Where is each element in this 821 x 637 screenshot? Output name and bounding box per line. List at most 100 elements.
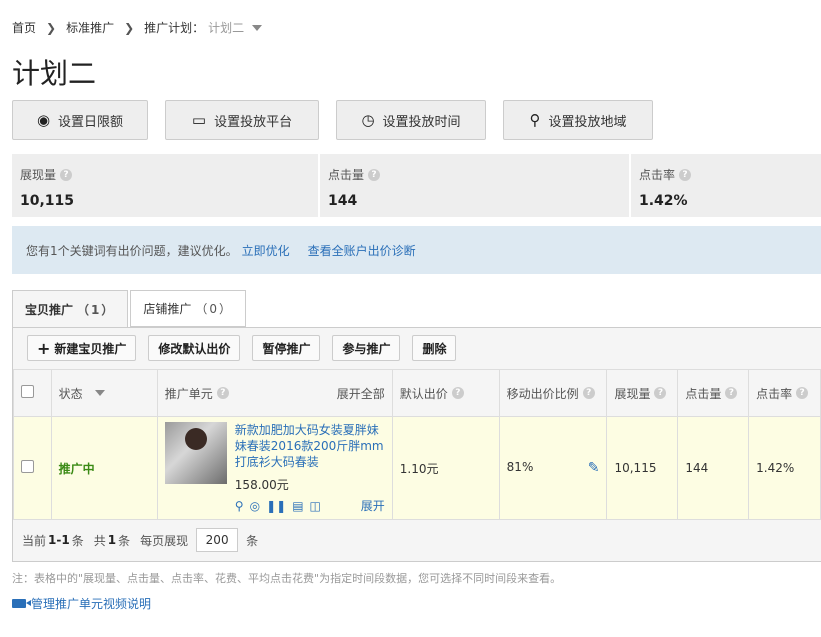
expand-all-link[interactable]: 展开全部 — [337, 385, 385, 402]
units-table: 状态 推广单元? 展开全部 默认出价? 移动出价比例? 展现量? 点击量? 点击… — [13, 369, 821, 520]
optimize-now-link[interactable]: 立即优化 — [242, 242, 290, 259]
tab-shop-promotion-label: 店铺推广 — [143, 302, 192, 316]
help-icon[interactable]: ? — [60, 168, 73, 181]
promotion-tabs: 宝贝推广 （1） 店铺推广 （0） — [12, 290, 248, 328]
set-schedule-label: 设置投放时间 — [382, 114, 461, 130]
set-region-button[interactable]: ⚲ 设置投放地域 — [503, 100, 653, 140]
pager-per-page-label: 每页展现 — [140, 533, 189, 548]
breadcrumb: 首页 ❯ 标准推广 ❯ 推广计划： 计划二 — [12, 19, 263, 36]
caret-down-icon[interactable] — [252, 24, 263, 31]
stat-clicks-label: 点击量 — [328, 168, 365, 182]
set-daily-limit-button[interactable]: ◉ 设置日限额 — [12, 100, 148, 140]
help-icon[interactable]: ? — [582, 387, 595, 399]
row-select-cell — [13, 416, 52, 520]
table-header-row: 状态 推广单元? 展开全部 默认出价? 移动出价比例? 展现量? 点击量? 点击… — [13, 369, 821, 417]
pause-icon[interactable]: ❚❚ — [266, 499, 286, 513]
set-schedule-button[interactable]: ◷ 设置投放时间 — [336, 100, 486, 140]
clicks-cell: 144 — [677, 416, 750, 520]
chevron-right-icon: ❯ — [124, 20, 135, 35]
pagination: 当前 1-1 条 共 1 条 每页展现 200 条 — [22, 528, 258, 552]
default-bid-header-label: 默认出价 — [399, 386, 448, 401]
ctr-cell: 1.42% — [748, 416, 821, 520]
tab-item-promotion[interactable]: 宝贝推广 （1） — [12, 290, 129, 328]
breadcrumb-plan-label: 推广计划： — [144, 21, 205, 35]
tab-shop-promotion-count: （0） — [195, 302, 234, 316]
help-icon[interactable]: ? — [654, 387, 667, 399]
breadcrumb-home[interactable]: 首页 — [12, 19, 36, 36]
plan-settings-toolbar: ◉ 设置日限额 ▭ 设置投放平台 ◷ 设置投放时间 ⚲ 设置投放地域 — [12, 100, 653, 140]
pager-unit: 条 — [71, 533, 84, 548]
page-size-input[interactable]: 200 — [196, 528, 239, 552]
account-bid-diagnosis-link[interactable]: 查看全账户出价诊断 — [308, 242, 416, 259]
clicks-header[interactable]: 点击量? — [677, 369, 750, 417]
help-icon[interactable]: ? — [216, 387, 229, 399]
default-bid-header[interactable]: 默认出价? — [391, 369, 500, 417]
trash-icon[interactable]: ◫ — [310, 499, 321, 513]
ctr-value: 1.42% — [756, 461, 795, 475]
clicks-value: 144 — [685, 461, 709, 475]
stat-impressions: 展现量? 10,115 — [12, 154, 318, 217]
unit-cell: 新款加肥加大码女装夏胖妹妹春装2016款200斤胖mm打底衫大码春装 158.0… — [156, 416, 393, 520]
table-row: 推广中 新款加肥加大码女装夏胖妹妹春装2016款200斤胖mm打底衫大码春装 1… — [13, 416, 821, 520]
join-promotion-button[interactable]: 参与推广 — [332, 335, 401, 361]
row-checkbox[interactable] — [21, 460, 34, 473]
breadcrumb-standard[interactable]: 标准推广 — [66, 19, 114, 36]
help-icon[interactable]: ? — [796, 387, 809, 399]
video-help-link[interactable]: 管理推广单元视频说明 — [12, 595, 151, 612]
set-region-label: 设置投放地域 — [548, 114, 627, 130]
unit-header-label: 推广单元 — [164, 386, 213, 401]
ctr-header-label: 点击率 — [756, 386, 793, 401]
units-panel: + 新建宝贝推广 修改默认出价 暂停推广 参与推广 删除 状态 推广单元? 展开… — [12, 327, 821, 562]
pager-current-label: 当前 — [22, 533, 47, 548]
stat-ctr-label: 点击率 — [639, 168, 676, 182]
ctr-header[interactable]: 点击率? — [748, 369, 821, 417]
mobile-ratio-cell: 81% ✎ — [498, 416, 608, 520]
map-pin-icon: ⚲ — [529, 111, 541, 129]
tab-item-promotion-count: （1） — [77, 303, 116, 317]
chevron-right-icon: ❯ — [46, 20, 57, 35]
report-icon[interactable]: ▤ — [292, 499, 303, 513]
status-badge: 推广中 — [58, 461, 95, 476]
edit-pencil-icon[interactable]: ✎ — [588, 460, 600, 476]
globe-icon[interactable]: ◎ — [250, 499, 260, 513]
mobile-ratio-value: 81% — [506, 460, 534, 474]
summary-stats: 展现量? 10,115 点击量? 144 点击率? 1.42% — [12, 154, 821, 217]
caret-down-icon[interactable] — [94, 390, 105, 396]
pager-unit: 条 — [246, 533, 259, 548]
video-camera-icon — [12, 599, 31, 608]
mobile-ratio-header-label: 移动出价比例 — [506, 386, 579, 401]
help-icon[interactable]: ? — [679, 168, 692, 181]
money-bag-icon: ◉ — [36, 111, 51, 129]
stopwatch-icon: ◷ — [361, 111, 375, 129]
expand-link[interactable]: 展开 — [361, 497, 385, 514]
help-icon[interactable]: ? — [451, 387, 464, 399]
stat-clicks-value: 144 — [328, 193, 358, 209]
product-thumbnail[interactable] — [164, 422, 227, 484]
product-title-link[interactable]: 新款加肥加大码女装夏胖妹妹春装2016款200斤胖mm打底衫大码春装 — [235, 422, 385, 470]
tab-shop-promotion[interactable]: 店铺推广 （0） — [130, 290, 247, 327]
unit-tools: ⚲ ◎ ❚❚ ▤ ◫ 展开 — [235, 497, 385, 514]
video-help-label: 管理推广单元视频说明 — [31, 597, 152, 611]
pager-range: 1-1 — [48, 533, 70, 547]
select-all-checkbox[interactable] — [21, 385, 34, 398]
tab-item-promotion-label: 宝贝推广 — [25, 303, 74, 317]
help-icon[interactable]: ? — [368, 168, 381, 181]
status-header[interactable]: 状态 — [50, 369, 158, 417]
impressions-header[interactable]: 展现量? — [606, 369, 679, 417]
modify-default-bid-button[interactable]: 修改默认出价 — [148, 335, 241, 361]
impressions-header-label: 展现量 — [614, 386, 651, 401]
pause-promotion-button[interactable]: 暂停推广 — [252, 335, 321, 361]
new-item-promotion-button[interactable]: + 新建宝贝推广 — [27, 335, 137, 361]
breadcrumb-plan-value[interactable]: 计划二 — [208, 19, 244, 36]
delete-button[interactable]: 删除 — [412, 335, 457, 361]
search-icon[interactable]: ⚲ — [235, 499, 244, 513]
select-all-cell — [13, 369, 52, 417]
mobile-ratio-header[interactable]: 移动出价比例? — [498, 369, 608, 417]
monitor-icon: ▭ — [191, 111, 207, 129]
set-platform-button[interactable]: ▭ 设置投放平台 — [165, 100, 319, 140]
clicks-header-label: 点击量 — [685, 386, 722, 401]
stat-impressions-label: 展现量 — [20, 168, 57, 182]
units-toolbar: + 新建宝贝推广 修改默认出价 暂停推广 参与推广 删除 — [27, 335, 457, 361]
help-icon[interactable]: ? — [725, 387, 738, 399]
pager-total: 1 — [107, 533, 117, 547]
